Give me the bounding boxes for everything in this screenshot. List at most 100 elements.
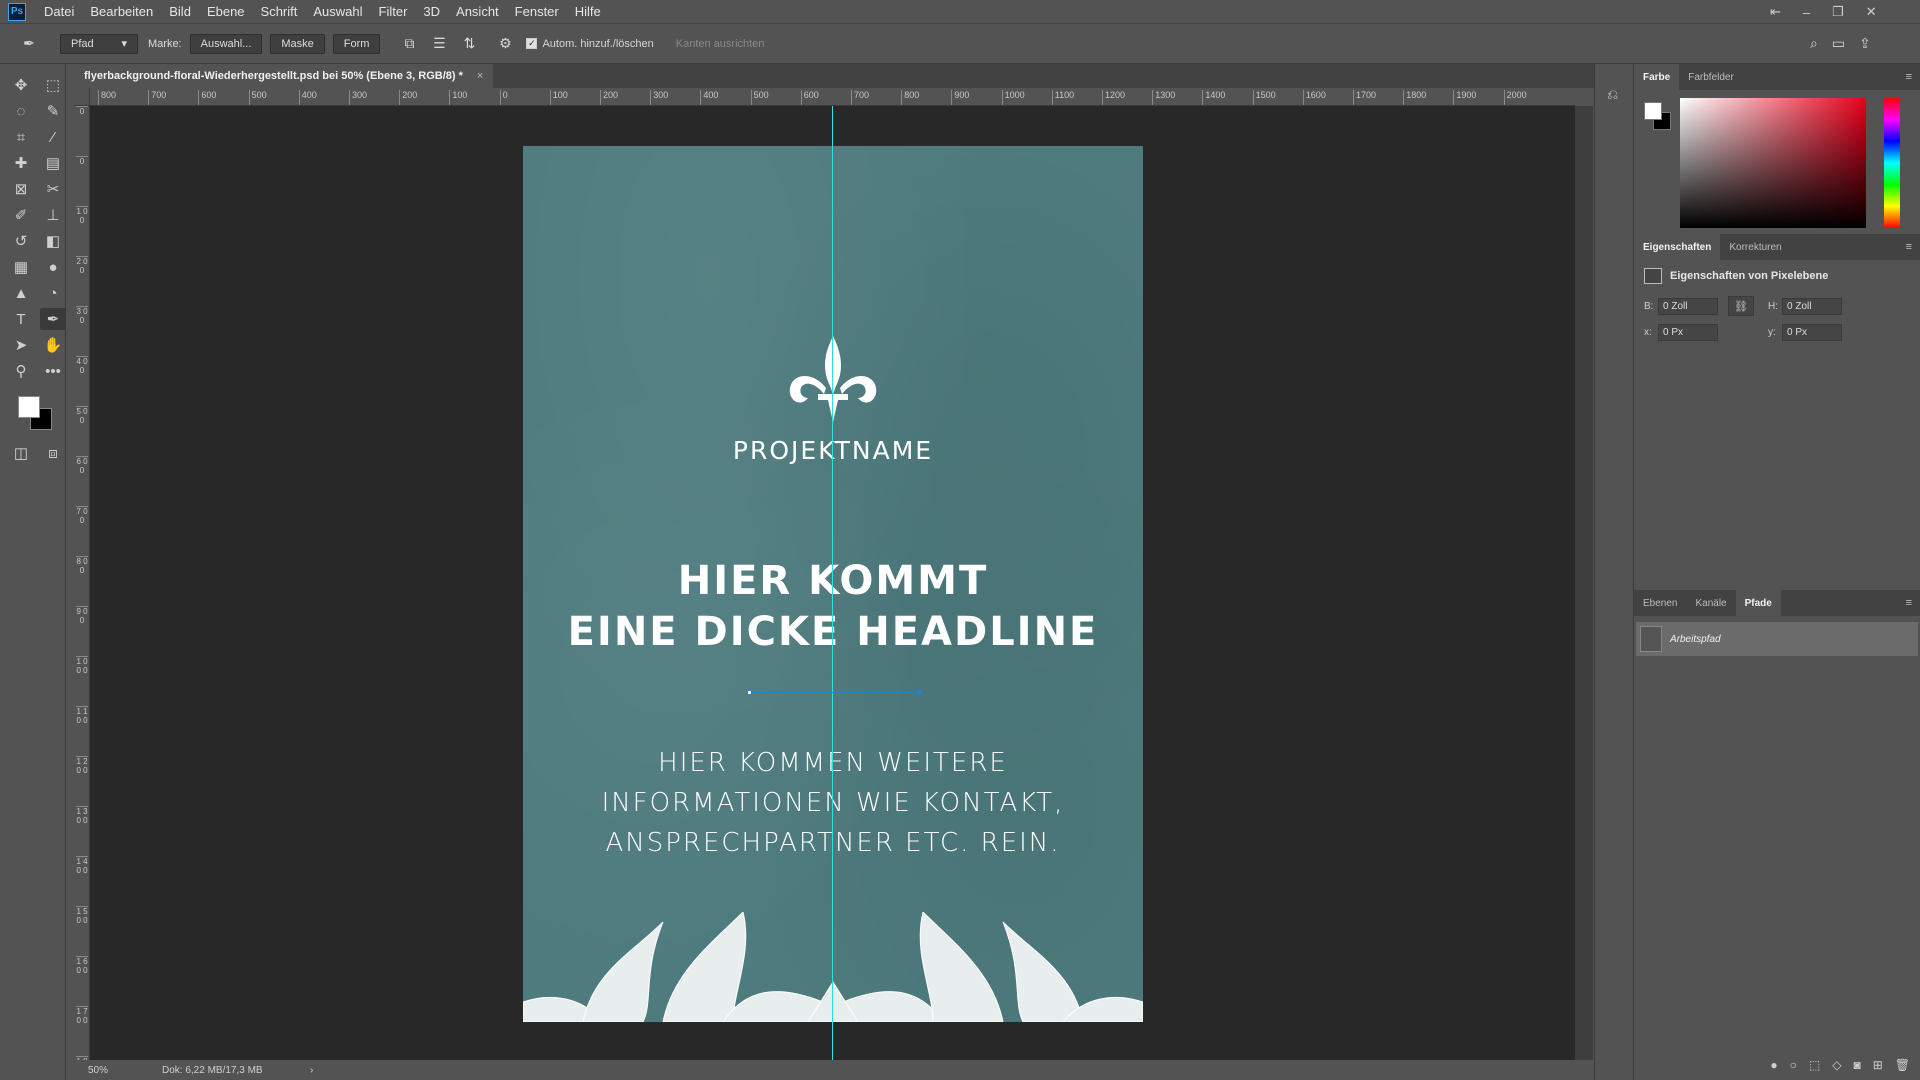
ruler-horizontal[interactable]: 800 700 600 500 400 300 200 100 0 100 200 300 400 500… [90,88,1575,106]
eraser-icon[interactable]: ◧ [40,230,66,252]
panel-menu-icon[interactable]: ≡ [1906,241,1912,253]
minimize-icon[interactable]: – [1803,5,1810,20]
history-brush-icon[interactable]: ↺ [8,230,34,252]
tab-eigenschaften[interactable]: Eigenschaften [1634,234,1721,260]
path-selection-icon[interactable]: ➤ [8,334,34,356]
panel-menu-icon[interactable]: ≡ [1906,71,1912,83]
pen-tool-icon[interactable]: ✒ [40,308,66,330]
crop-tool-icon[interactable]: ⌗ [8,126,34,148]
healing-brush-icon[interactable]: ✚ [8,152,34,174]
blur-tool-icon[interactable]: ● [40,256,66,278]
y-field[interactable]: 0 Px [1782,324,1842,341]
form-button[interactable]: Form [332,33,381,54]
burn-tool-icon[interactable]: ◔ [40,282,66,304]
menu-bild[interactable]: Bild [161,0,199,24]
stroke-path-icon[interactable]: ○ [1790,1058,1797,1072]
eyedropper-icon[interactable]: ⁄ [40,126,66,148]
quick-mask-icon[interactable]: ◫ [8,442,34,464]
gear-icon[interactable]: ⚙ [494,33,516,55]
saturation-brightness-field[interactable] [1680,98,1866,228]
path-anchor-end[interactable] [917,690,922,695]
zoom-tool-icon[interactable]: ⚲ [8,360,34,382]
menu-bar: Ps Datei Bearbeiten Bild Ebene Schrift A… [0,0,1920,24]
arrange-icon[interactable]: ⇤ [1770,4,1781,20]
path-alignment-icon[interactable]: ☰ [428,33,450,55]
more-tools-icon[interactable]: ••• [40,360,66,382]
scissors-icon[interactable]: ✂ [40,178,66,200]
ruler-corner[interactable] [74,88,90,106]
trash-icon[interactable]: 🗑 [1895,1058,1910,1072]
x-field[interactable]: 0 Px [1658,324,1718,341]
panel-menu-icon[interactable]: ≡ [1906,597,1912,609]
menu-hilfe[interactable]: Hilfe [567,0,609,24]
tool-mode-select[interactable]: Pfad ▾ [60,33,138,54]
menu-schrift[interactable]: Schrift [253,0,306,24]
close-icon[interactable]: ✕ [1866,4,1877,20]
link-icon[interactable]: ⛓ [1728,296,1754,316]
path-arrangement-icon[interactable]: ⇅ [458,33,480,55]
new-path-icon[interactable]: ⊞ [1873,1058,1883,1072]
add-mask-icon[interactable]: ◙ [1853,1058,1860,1072]
quick-selection-icon[interactable]: ✎ [40,100,66,122]
autom-checkbox[interactable]: ✓ Autom. hinzuf./löschen [526,38,654,50]
path-item-arbeitspfad[interactable]: Arbeitspfad [1636,622,1918,656]
workspace-icon[interactable]: ▭ [1832,35,1845,52]
marquee-tool-icon[interactable]: ⬚ [40,74,66,96]
fill-path-icon[interactable]: ● [1770,1058,1777,1072]
tab-farbe[interactable]: Farbe [1634,64,1680,90]
gradient-tool-icon[interactable]: ▦ [8,256,34,278]
status-arrow-icon[interactable]: › [310,1065,313,1076]
zoom-level[interactable]: 50% [88,1065,148,1076]
tab-korrekturen[interactable]: Korrekturen [1720,234,1790,260]
tab-pfade[interactable]: Pfade [1735,590,1781,616]
auswahl-button[interactable]: Auswahl... [189,33,263,54]
restore-icon[interactable]: ❐ [1832,4,1844,20]
search-icon[interactable]: ⌕ [1810,35,1818,52]
screen-mode-icon[interactable]: ⧈ [40,442,66,464]
lasso-tool-icon[interactable]: ◌ [8,100,34,122]
menu-datei[interactable]: Datei [36,0,82,24]
path-operations-icon[interactable]: ⧉ [398,33,420,55]
share-icon[interactable]: ⇪ [1859,35,1871,52]
foreground-color-swatch[interactable] [18,396,40,418]
frame-tool-icon[interactable]: ⊠ [8,178,34,200]
patch-tool-icon[interactable]: ▤ [40,152,66,174]
vertical-guide-line[interactable] [832,106,833,1060]
color-swatches[interactable] [14,392,58,436]
height-field[interactable]: 0 Zoll [1782,297,1842,315]
menu-ebene[interactable]: Ebene [199,0,253,24]
tab-kanaele[interactable]: Kanäle [1686,590,1735,616]
vertical-scrollbar[interactable] [1575,106,1593,1060]
panel-foreground-swatch[interactable] [1644,102,1662,120]
ruler-tick-label: 500 [248,90,267,105]
tab-ebenen[interactable]: Ebenen [1634,590,1686,616]
maske-button[interactable]: Maske [270,33,325,54]
hand-tool-icon[interactable]: ✋ [40,334,66,356]
flyer-artboard[interactable]: PROJEKTNAME HIER KOMMT EINE DICKE HEADLI… [523,146,1143,1022]
document-tab[interactable]: flyerbackground-floral-Wiederhergestellt… [74,64,494,88]
stamp-tool-icon[interactable]: ⊥ [40,204,66,226]
menu-auswahl[interactable]: Auswahl [305,0,370,24]
menu-ansicht[interactable]: Ansicht [448,0,507,24]
ruler-vertical[interactable]: 0 0 1 0 0 2 0 0 3 0 0 4 0 0 5 0 0 6 0 0 7 0 0 8 0… [74,106,90,1060]
path-anchor-start[interactable] [747,690,752,695]
move-tool-icon[interactable]: ✥ [8,74,34,96]
type-tool-icon[interactable]: T [8,308,34,330]
dodge-tool-icon[interactable]: ▲ [8,282,34,304]
tab-farbfelder[interactable]: Farbfelder [1679,64,1743,90]
close-tab-icon[interactable]: × [477,70,483,82]
menu-filter[interactable]: Filter [371,0,416,24]
ruler-tick-label: 600 [198,90,216,105]
menu-fenster[interactable]: Fenster [507,0,567,24]
width-field[interactable]: 0 Zoll [1658,297,1718,315]
panel-color-swatches[interactable] [1644,102,1674,132]
make-path-icon[interactable]: ◇ [1832,1058,1841,1072]
menu-3d[interactable]: 3D [415,0,448,24]
load-selection-icon[interactable]: ⬚ [1809,1058,1820,1072]
work-path-segment[interactable] [749,692,920,693]
history-panel-icon[interactable]: ⎌ [1607,86,1633,103]
pen-tool-icon[interactable]: ✒ [18,33,40,55]
hue-slider[interactable] [1884,98,1900,228]
brush-tool-icon[interactable]: ✐ [8,204,34,226]
menu-bearbeiten[interactable]: Bearbeiten [82,0,161,24]
